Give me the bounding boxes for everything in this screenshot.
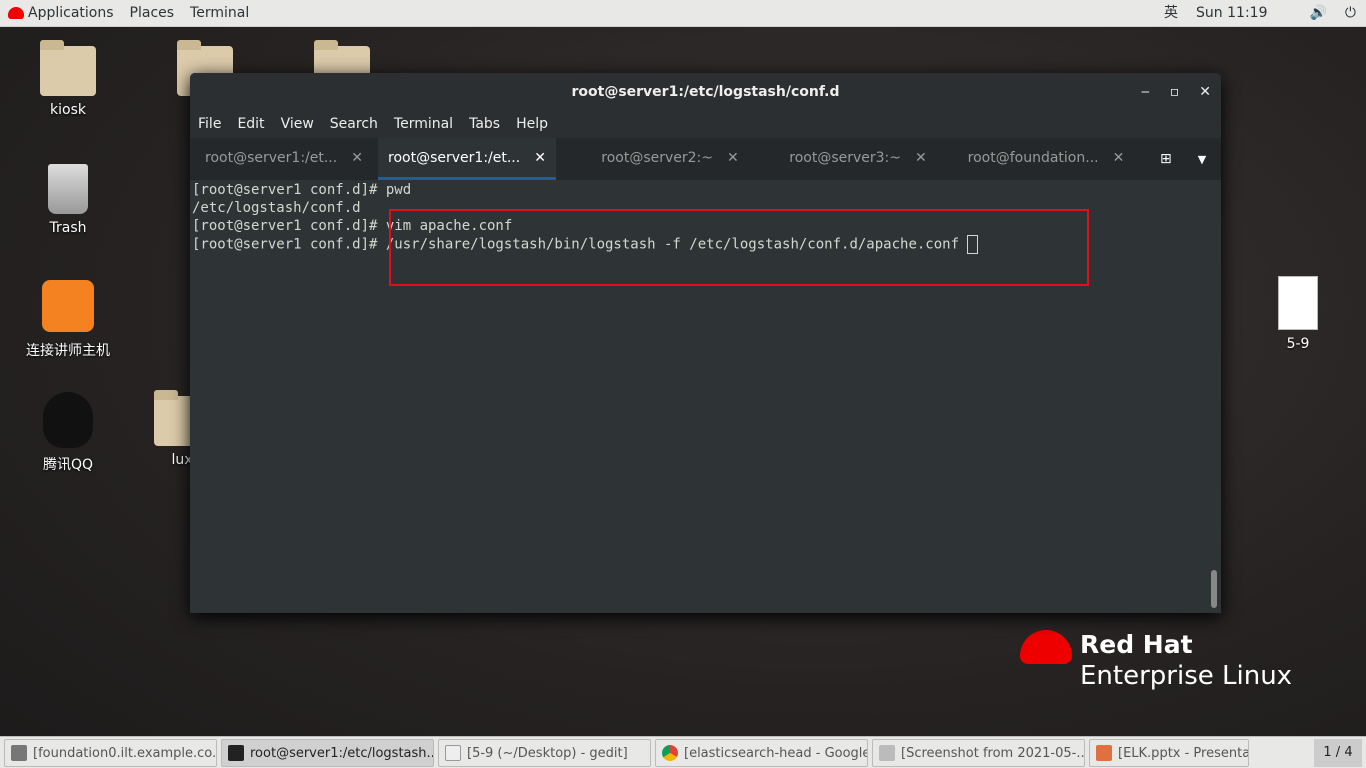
taskbar-item-terminal[interactable]: root@server1:/etc/logstash... <box>221 739 434 767</box>
tab-list-chevron-down-icon[interactable]: ▼ <box>1198 153 1206 166</box>
desktop-icon-qq[interactable]: 腾讯QQ <box>18 392 118 474</box>
desktop-icon-trash[interactable]: Trash <box>18 164 118 236</box>
tab-close-icon[interactable]: ✕ <box>1113 138 1125 180</box>
menu-file[interactable]: File <box>190 111 229 138</box>
menu-terminal[interactable]: Terminal <box>386 111 461 138</box>
taskbar-item-screenshot[interactable]: [Screenshot from 2021-05-... <box>872 739 1085 767</box>
top-bar: Applications Places Terminal 英 Sun 11:19… <box>0 0 1366 27</box>
new-tab-icon[interactable]: ⊞ <box>1160 151 1172 167</box>
tab-bar: root@server1:/et... ✕ root@server1:/et...… <box>190 138 1221 180</box>
tab-close-icon[interactable]: ✕ <box>727 138 739 180</box>
terminal-menu[interactable]: Terminal <box>182 0 257 27</box>
tab-foundation[interactable]: root@foundation... ✕ <box>952 138 1140 180</box>
power-icon[interactable]: ⏻ <box>1345 0 1356 27</box>
volume-icon[interactable]: 🔊 <box>1309 0 1326 27</box>
menu-edit[interactable]: Edit <box>229 111 272 138</box>
remote-viewer-icon <box>11 745 27 761</box>
taskbar-item-gedit[interactable]: [5-9 (~/Desktop) - gedit] <box>438 739 651 767</box>
tab-server3[interactable]: root@server3:~ ✕ <box>764 138 952 180</box>
places-menu[interactable]: Places <box>122 0 183 27</box>
document-icon <box>1278 276 1318 330</box>
home-folder-icon <box>40 40 96 96</box>
minimize-button[interactable]: ‒ <box>1141 73 1150 111</box>
tab-server1-b[interactable]: root@server1:/et... ✕ <box>378 138 556 180</box>
window-titlebar[interactable]: root@server1:/etc/logstash/conf.d ‒ ▫ ✕ <box>190 73 1221 111</box>
menu-bar: File Edit View Search Terminal Tabs Help <box>190 111 1221 138</box>
redhat-icon <box>8 7 24 19</box>
tab-close-icon[interactable]: ✕ <box>915 138 927 180</box>
maximize-button[interactable]: ▫ <box>1170 73 1180 111</box>
tab-server1-a[interactable]: root@server1:/et... ✕ <box>190 138 378 180</box>
tab-server2[interactable]: root@server2:~ ✕ <box>576 138 764 180</box>
workspace-pager[interactable]: 1 / 4 <box>1314 739 1362 767</box>
qq-penguin-icon <box>43 392 93 448</box>
desktop-icon-kiosk[interactable]: kiosk <box>18 40 118 118</box>
gedit-icon <box>445 745 461 761</box>
taskbar-item-foundation[interactable]: [foundation0.ilt.example.co... <box>4 739 217 767</box>
tab-close-icon[interactable]: ✕ <box>534 138 546 177</box>
desktop-icon-connect[interactable]: 连接讲师主机 <box>18 278 118 360</box>
window-title: root@server1:/etc/logstash/conf.d <box>571 84 840 100</box>
menu-view[interactable]: View <box>273 111 322 138</box>
menu-help[interactable]: Help <box>508 111 556 138</box>
chrome-icon <box>662 745 678 761</box>
taskbar-item-presentation[interactable]: [ELK.pptx - Presentation] <box>1089 739 1249 767</box>
taskbar-item-chrome[interactable]: [elasticsearch-head - Google... <box>655 739 868 767</box>
terminal-window: root@server1:/etc/logstash/conf.d ‒ ▫ ✕ … <box>190 73 1221 613</box>
desktop-icon-5-9[interactable]: 5-9 <box>1248 276 1348 352</box>
close-button[interactable]: ✕ <box>1199 73 1211 111</box>
input-method[interactable]: 英 <box>1164 0 1178 27</box>
menu-tabs[interactable]: Tabs <box>461 111 508 138</box>
terminal-icon <box>228 745 244 761</box>
highlight-box <box>389 209 1089 286</box>
redhat-hat-icon <box>1020 630 1072 664</box>
screenshot-icon <box>879 745 895 761</box>
menu-search[interactable]: Search <box>322 111 386 138</box>
clock[interactable]: Sun 11:19 <box>1196 0 1267 27</box>
taskbar: [foundation0.ilt.example.co... root@serv… <box>0 736 1366 768</box>
tab-close-icon[interactable]: ✕ <box>351 138 363 180</box>
trash-icon <box>48 164 88 214</box>
presentation-icon <box>1096 745 1112 761</box>
scrollbar[interactable] <box>1211 570 1217 608</box>
applications-menu[interactable]: Applications <box>28 0 122 27</box>
tiger-app-icon <box>40 278 96 334</box>
